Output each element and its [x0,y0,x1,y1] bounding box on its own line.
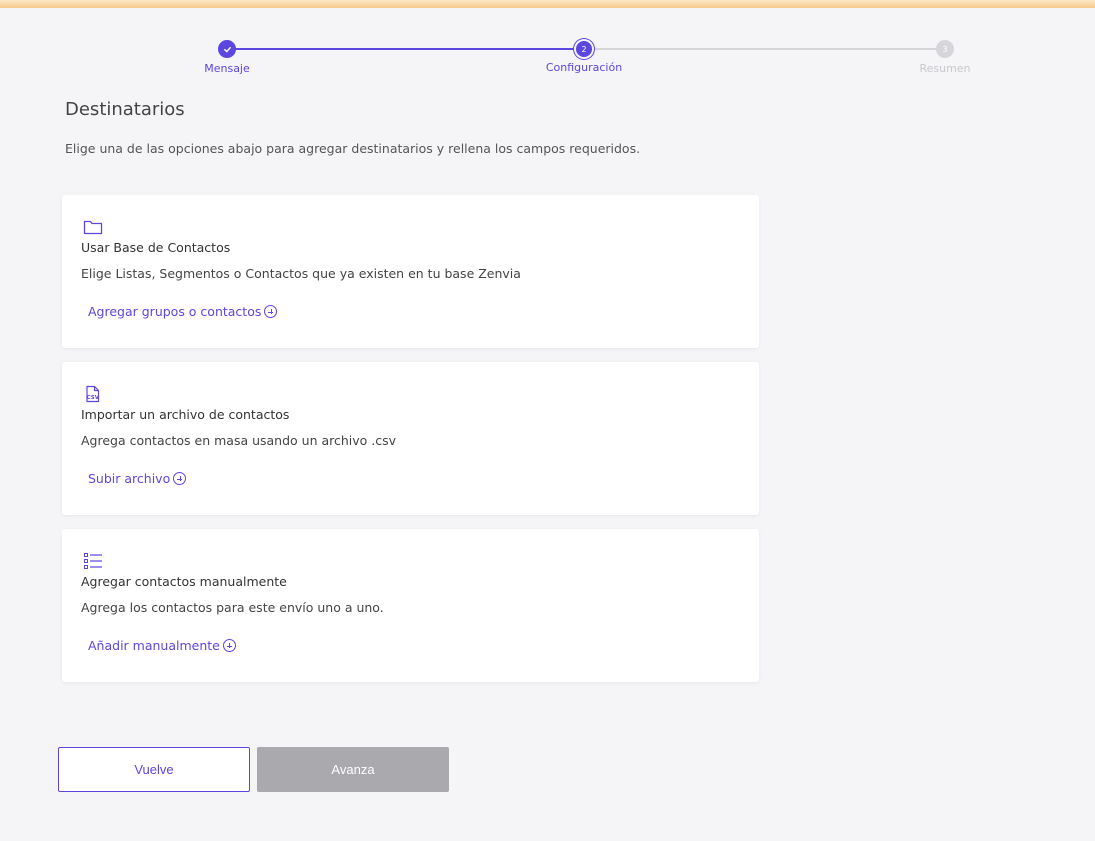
option-card-manual: Agregar contactos manualmente Agrega los… [62,529,759,682]
plus-circle-icon [222,639,236,652]
step-number: 3 [936,40,954,58]
step-configuracion[interactable]: 2 Configuración [524,40,644,74]
step-label: Mensaje [204,62,250,75]
card-title: Importar un archivo de contactos [81,407,290,422]
csv-file-icon: CSV [82,384,104,404]
page-description: Elige una de las opciones abajo para agr… [65,141,641,156]
step-resumen: 3 Resumen [885,40,1005,75]
check-icon [218,40,236,58]
step-number: 2 [576,41,592,57]
card-description: Agrega contactos en masa usando un archi… [81,433,397,448]
progress-stepper: Mensaje 2 Configuración 3 Resumen [0,38,1095,78]
card-description: Elige Listas, Segmentos o Contactos que … [81,266,521,281]
action-label: Añadir manualmente [88,638,220,653]
card-title: Usar Base de Contactos [81,240,231,255]
top-accent-bar [0,0,1095,8]
add-groups-or-contacts-link[interactable]: Agregar grupos o contactos [88,304,278,319]
option-card-import-file: CSV Importar un archivo de contactos Agr… [62,362,759,515]
add-manually-link[interactable]: Añadir manualmente [88,638,236,653]
page-title: Destinatarios [65,99,185,120]
folder-icon [82,217,104,237]
option-card-contact-base: Usar Base de Contactos Elige Listas, Seg… [62,195,759,348]
card-title: Agregar contactos manualmente [81,574,287,589]
card-description: Agrega los contactos para este envío uno… [81,600,384,615]
svg-text:CSV: CSV [87,395,100,401]
plus-circle-icon [264,305,278,318]
step-mensaje[interactable]: Mensaje [167,40,287,75]
upload-file-link[interactable]: Subir archivo [88,471,187,486]
plus-circle-icon [173,472,187,485]
step-label: Resumen [919,62,971,75]
action-label: Subir archivo [88,471,171,486]
action-label: Agregar grupos o contactos [88,304,262,319]
next-button[interactable]: Avanza [257,747,449,792]
list-icon [82,551,104,571]
step-label: Configuración [545,61,623,74]
back-button[interactable]: Vuelve [58,747,250,792]
